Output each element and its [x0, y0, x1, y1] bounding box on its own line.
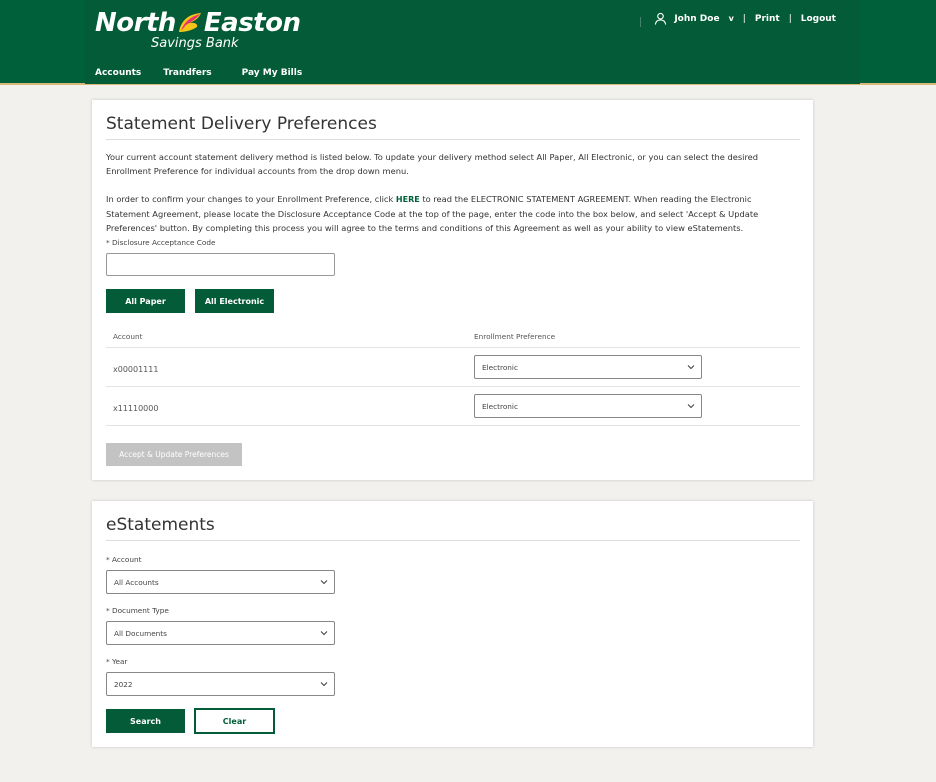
select-value: All Accounts — [114, 577, 159, 587]
column-header-account: Account — [113, 332, 143, 341]
header-inner: North Easton Savings Bank Accounts Trandf… — [85, 0, 860, 84]
chevron-down-icon — [320, 580, 328, 585]
search-button[interactable]: Search — [106, 709, 185, 733]
select-value: Electronic — [482, 401, 518, 411]
enrollment-preference-select[interactable]: Electronic — [474, 394, 702, 418]
year-label: * Year — [106, 657, 128, 666]
divider — [106, 139, 800, 140]
chevron-down-icon — [320, 631, 328, 636]
estatements-card: eStatements * Account All Accounts * Doc… — [92, 501, 813, 747]
document-type-label: * Document Type — [106, 606, 169, 615]
separator: | — [788, 13, 792, 24]
logo-wordmark: North Easton — [95, 8, 301, 38]
select-value: 2022 — [114, 679, 133, 689]
logout-link[interactable]: Logout — [801, 14, 836, 24]
nav-accounts[interactable]: Accounts — [95, 68, 141, 78]
user-name[interactable]: John Doe — [674, 14, 719, 24]
chevron-down-icon[interactable]: v — [729, 14, 734, 23]
main-nav: Accounts Trandfers Pay My Bills — [95, 68, 324, 78]
page-title: Statement Delivery Preferences — [106, 114, 377, 134]
disclosure-code-input[interactable] — [106, 253, 335, 276]
year-select[interactable]: 2022 — [106, 672, 335, 696]
enrollment-preference-select[interactable]: Electronic — [474, 355, 702, 379]
site-header: North Easton Savings Bank Accounts Trandf… — [0, 0, 936, 85]
select-value: Electronic — [482, 362, 518, 372]
agreement-text: In order to confirm your changes to your… — [106, 194, 394, 204]
logo-easton: Easton — [203, 8, 301, 38]
logo-north: North — [95, 8, 176, 38]
code-label: * Disclosure Acceptance Code — [106, 238, 216, 247]
all-electronic-button[interactable]: All Electronic — [195, 289, 274, 313]
row-divider — [106, 386, 800, 387]
delivery-preferences-card: Statement Delivery Preferences Your curr… — [92, 100, 813, 480]
account-number: x00001111 — [113, 365, 159, 374]
account-label: * Account — [106, 555, 142, 564]
intro-paragraph: Your current account statement delivery … — [106, 150, 796, 178]
intro-line-2: Enrollment Preference for individual acc… — [106, 166, 409, 176]
print-link[interactable]: Print — [755, 14, 780, 24]
clear-button[interactable]: Clear — [194, 708, 275, 734]
bank-logo[interactable]: North Easton Savings Bank — [95, 6, 310, 56]
select-value: All Documents — [114, 628, 167, 638]
logo-tagline: Savings Bank — [151, 36, 239, 51]
agreement-text: to read the ELECTRONIC STATEMENT AGREEME… — [422, 194, 752, 204]
user-nav: John Doe v | Print | Logout — [654, 12, 836, 25]
row-divider — [106, 347, 800, 348]
user-icon — [655, 12, 667, 25]
divider — [106, 540, 800, 541]
header-divider — [640, 17, 641, 27]
nav-pay-bills[interactable]: Pay My Bills — [242, 68, 303, 78]
all-paper-button[interactable]: All Paper — [106, 289, 185, 313]
here-link[interactable]: HERE — [396, 195, 420, 204]
intro-line-1: Your current account statement delivery … — [106, 152, 759, 162]
chevron-down-icon — [687, 365, 695, 370]
account-number: x11110000 — [113, 404, 159, 413]
chevron-down-icon — [687, 404, 695, 409]
separator: | — [742, 13, 746, 24]
chevron-down-icon — [320, 682, 328, 687]
agreement-paragraph: In order to confirm your changes to your… — [106, 192, 796, 235]
accept-update-button[interactable]: Accept & Update Preferences — [106, 443, 242, 466]
column-header-preference: Enrollment Preference — [474, 332, 556, 341]
document-type-select[interactable]: All Documents — [106, 621, 335, 645]
agreement-line-1: In order to confirm your changes to your… — [106, 192, 796, 207]
row-divider — [106, 425, 800, 426]
account-select[interactable]: All Accounts — [106, 570, 335, 594]
section-title: eStatements — [106, 515, 215, 535]
agreement-line-3: Preferences' button. By completing this … — [106, 223, 744, 233]
agreement-line-2: Statement Agreement, please locate the D… — [106, 209, 759, 219]
nav-transfers[interactable]: Trandfers — [163, 68, 211, 78]
leaf-icon — [178, 13, 201, 32]
